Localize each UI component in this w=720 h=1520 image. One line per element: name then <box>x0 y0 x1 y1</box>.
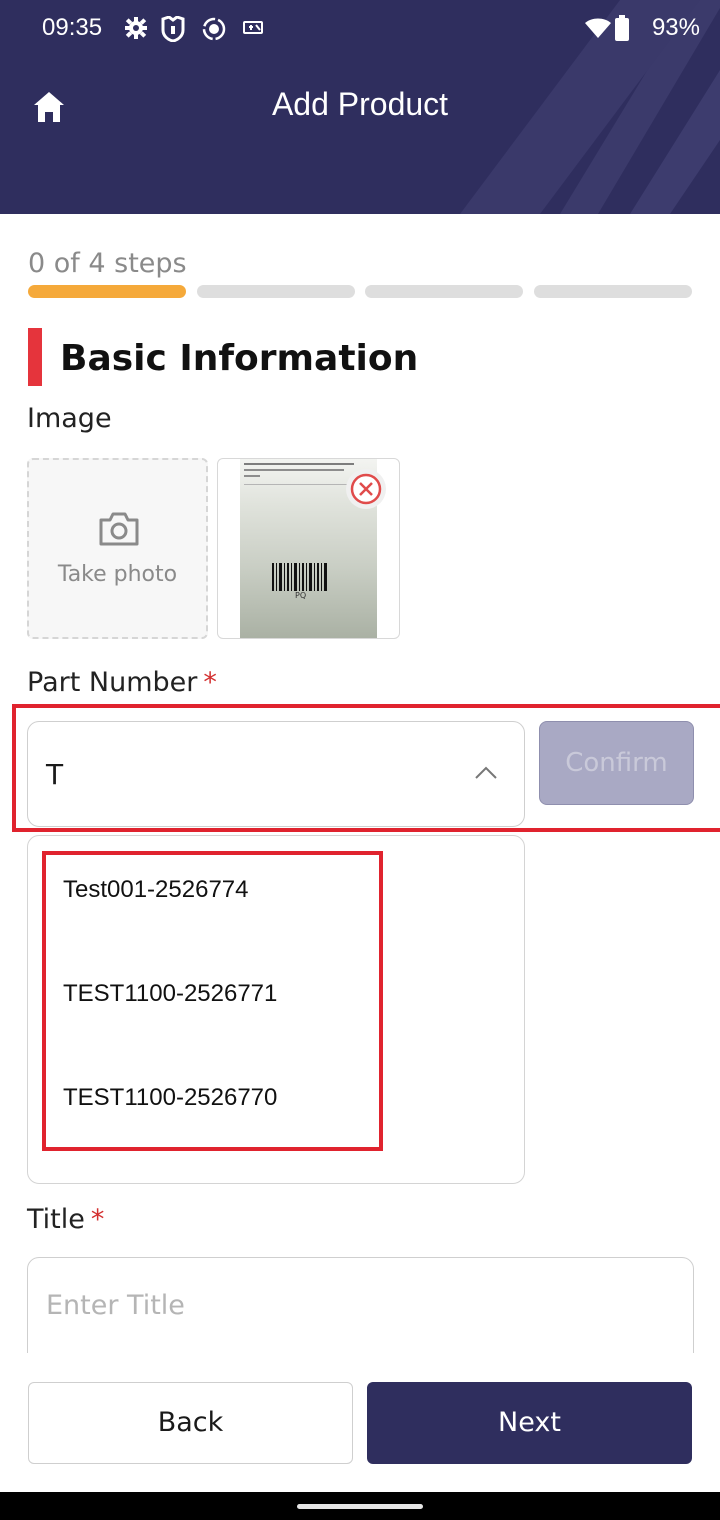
confirm-button[interactable]: Confirm <box>539 721 694 805</box>
chevron-up-icon[interactable] <box>474 764 498 780</box>
take-photo-button[interactable]: Take photo <box>27 458 208 639</box>
cast-icon <box>243 21 263 34</box>
part-number-label: Part Number * <box>27 667 217 698</box>
title-input[interactable]: Enter Title <box>27 1257 694 1367</box>
status-bar: 09:35 93% <box>0 0 720 60</box>
image-label: Image <box>27 403 112 434</box>
step-bar-2 <box>197 285 355 298</box>
home-gesture-handle[interactable] <box>297 1504 423 1509</box>
part-number-input[interactable]: T <box>27 721 525 827</box>
step-bar-3 <box>365 285 523 298</box>
part-number-label-text: Part Number <box>27 667 198 698</box>
required-mark: * <box>203 667 217 698</box>
title-label-text: Title <box>27 1204 85 1235</box>
title-label: Title * <box>27 1204 104 1235</box>
take-photo-label: Take photo <box>57 562 178 587</box>
system-nav-bar <box>0 1492 720 1520</box>
section-title: Basic Information <box>60 338 419 379</box>
step-bar-4 <box>534 285 692 298</box>
app-header: 09:35 93% Add Product <box>0 0 720 214</box>
camera-icon <box>99 512 139 546</box>
step-bar-1 <box>28 285 186 298</box>
wifi-icon <box>585 18 611 38</box>
battery-icon <box>615 15 629 41</box>
required-mark: * <box>90 1204 105 1235</box>
status-time: 09:35 <box>42 14 103 41</box>
shield-icon <box>161 16 185 42</box>
battery-percentage: 93% <box>651 14 700 41</box>
section-accent-bar <box>28 328 42 386</box>
barcode-image <box>272 563 327 591</box>
page-title: Add Product <box>271 86 449 122</box>
settings-icon <box>125 17 147 39</box>
next-button[interactable]: Next <box>367 1382 692 1464</box>
part-number-value: T <box>46 758 64 791</box>
close-circle-icon <box>350 473 382 505</box>
remove-image-button[interactable] <box>346 469 386 509</box>
image-thumbnail[interactable]: PQ <box>217 458 400 639</box>
barcode-caption: PQ <box>295 591 307 600</box>
back-button[interactable]: Back <box>28 1382 353 1464</box>
highlight-box-options <box>42 851 383 1151</box>
record-icon <box>202 17 226 41</box>
title-placeholder: Enter Title <box>46 1290 185 1321</box>
steps-progress-text: 0 of 4 steps <box>28 248 187 279</box>
